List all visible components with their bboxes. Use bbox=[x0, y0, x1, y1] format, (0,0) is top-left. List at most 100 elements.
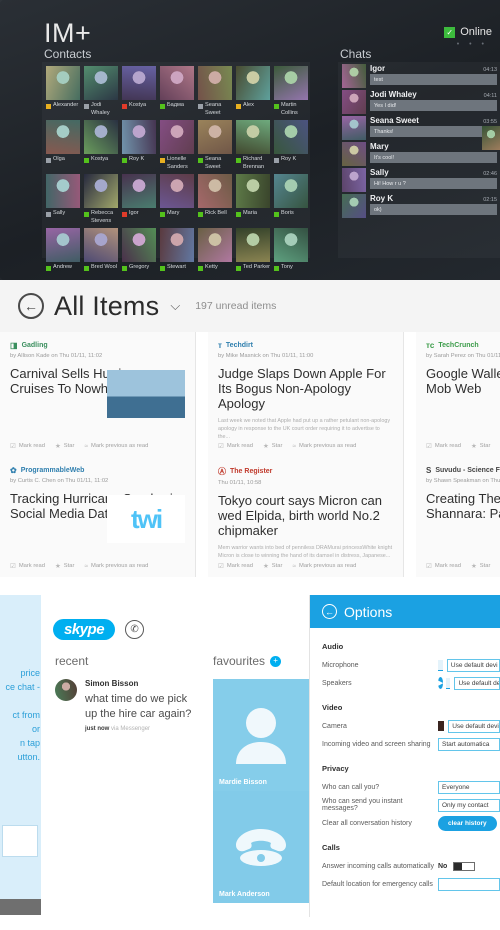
article-source[interactable]: ᴛᴄ TechCrunch bbox=[426, 341, 500, 350]
article-excerpt: Mem warrior wants into bed of penniless … bbox=[218, 544, 393, 559]
option-toggle[interactable]: No bbox=[438, 861, 476, 871]
star-button[interactable]: ★ Star bbox=[263, 442, 282, 450]
chat-message-preview: Thanks! bbox=[370, 126, 497, 137]
article-card[interactable]: Ⓐ The Register Thu 01/11, 10:58 Tokyo court… bbox=[208, 457, 404, 577]
star-button[interactable]: ★ Star bbox=[263, 562, 282, 570]
avatar bbox=[342, 194, 366, 218]
back-arrow-icon[interactable]: ← bbox=[322, 604, 337, 619]
contact-tile[interactable]: Roy K bbox=[272, 119, 310, 173]
chat-list-item[interactable]: Sally 02:46 Hi! How r u ? bbox=[338, 166, 500, 192]
mark-previous-button[interactable]: ≈ Mark previous as read bbox=[292, 563, 356, 570]
edge-bottom-bar bbox=[0, 899, 42, 915]
star-button[interactable]: ★ Star bbox=[55, 562, 74, 570]
contact-tile[interactable]: Alex bbox=[234, 65, 272, 119]
contact-tile[interactable]: Ketty bbox=[196, 227, 234, 280]
contact-tile[interactable]: Kostya bbox=[120, 65, 158, 119]
contact-tile[interactable]: Martin Collins bbox=[272, 65, 310, 119]
contact-tile[interactable]: Jodi Whaley bbox=[82, 65, 120, 119]
contact-tile[interactable]: Lionelle Sanders bbox=[158, 119, 196, 173]
article-card[interactable]: SSuvudu - Science Fictio by Shawn Speakma… bbox=[416, 457, 500, 577]
option-select[interactable]: Use default devi bbox=[446, 658, 500, 672]
contact-tile[interactable]: Ted Parker bbox=[234, 227, 272, 280]
article-source[interactable]: Ⓐ The Register bbox=[218, 466, 393, 477]
contact-tile[interactable]: Rick Bell bbox=[196, 173, 234, 227]
mark-read-button[interactable]: ☑ Mark read bbox=[10, 562, 45, 570]
chat-preview-peek[interactable] bbox=[482, 126, 500, 150]
contact-tile[interactable]: Roy K bbox=[120, 119, 158, 173]
contact-tile[interactable]: Sally bbox=[44, 173, 82, 227]
contact-tile[interactable]: Stewart bbox=[158, 227, 196, 280]
clear-history-button[interactable]: clear history bbox=[438, 815, 497, 831]
chat-top: Jodi Whaley 04:11 bbox=[370, 90, 497, 99]
mark-read-button[interactable]: ☑ Mark read bbox=[426, 562, 461, 570]
mark-previous-button[interactable]: ≈ Mark previous as read bbox=[84, 443, 148, 450]
presence-dot-icon bbox=[198, 212, 203, 217]
contact-tile[interactable]: Olga bbox=[44, 119, 82, 173]
option-label: Speakers bbox=[322, 679, 352, 687]
option-select[interactable]: Use default devi bbox=[454, 676, 500, 690]
favourite-tile[interactable]: Mardie Bisson bbox=[213, 679, 309, 791]
chat-list-item[interactable]: Roy K 02:15 ok) bbox=[338, 192, 500, 218]
article-source[interactable]: ◨ Gadling bbox=[10, 341, 185, 350]
contact-tile[interactable]: Gregory bbox=[120, 227, 158, 280]
contact-tile[interactable]: Richard Brennan bbox=[234, 119, 272, 173]
article-card[interactable]: ᴛᴄ TechCrunch by Sarah Perez on Thu 01/11,… bbox=[416, 332, 500, 457]
option-select[interactable]: Use default devi bbox=[448, 719, 500, 733]
mark-read-button[interactable]: ☑ Mark read bbox=[218, 562, 253, 570]
article-card[interactable]: ✿ ProgrammableWeb by Curtis C. Chen on Thu… bbox=[0, 457, 196, 577]
star-button[interactable]: ★ Star bbox=[55, 442, 74, 450]
contact-tile[interactable]: Seana Sweet bbox=[196, 119, 234, 173]
contact-tile[interactable]: Seana Sweet bbox=[196, 65, 234, 119]
page-title[interactable]: All Items bbox=[54, 291, 159, 322]
mark-read-button[interactable]: ☑ Mark read bbox=[10, 442, 45, 450]
contact-tile[interactable]: Andrew bbox=[44, 227, 82, 280]
chat-list-item[interactable]: Igor 04:13 test bbox=[338, 62, 500, 88]
recent-conversation-item[interactable]: Simon Bisson what time do we pick up the… bbox=[55, 679, 195, 732]
article-source[interactable]: ✿ ProgrammableWeb bbox=[10, 466, 185, 475]
star-label: Star bbox=[271, 443, 283, 449]
edge-input-field[interactable] bbox=[2, 825, 38, 857]
contact-tile[interactable]: Бадма bbox=[158, 65, 196, 119]
article-card[interactable]: ᴛ Techdirt by Mike Masnick on Thu 01/11, 1… bbox=[208, 332, 404, 457]
option-select[interactable]: Only my contact bbox=[438, 798, 500, 812]
contact-tile[interactable]: Mary bbox=[158, 173, 196, 227]
mark-read-button[interactable]: ☑ Mark read bbox=[426, 442, 461, 450]
chevron-down-icon[interactable]: ⌵ bbox=[170, 298, 180, 314]
add-favourite-icon[interactable]: + bbox=[270, 655, 282, 667]
chat-timestamp: 03:55 bbox=[483, 119, 497, 125]
option-input[interactable] bbox=[438, 877, 500, 891]
favourites-column: favourites + Mardie Bisson Mark Anderson bbox=[213, 654, 309, 903]
mark-read-button[interactable]: ☑ Mark read bbox=[218, 442, 253, 450]
presence-dot-icon bbox=[46, 158, 51, 163]
toggle-knob bbox=[454, 862, 463, 870]
mark-previous-button[interactable]: ≈ Mark previous as read bbox=[84, 563, 148, 570]
options-row: Camera Use default devi bbox=[322, 717, 500, 735]
status-badge[interactable]: ✓ Online bbox=[444, 26, 492, 38]
contact-tile[interactable]: Boris bbox=[272, 173, 310, 227]
toggle-switch[interactable] bbox=[453, 861, 476, 871]
option-select[interactable]: Start automatica bbox=[438, 737, 500, 751]
article-card[interactable]: ◨ Gadling by Allison Kade on Thu 01/11, 11… bbox=[0, 332, 196, 457]
contact-tile[interactable]: Kostya bbox=[82, 119, 120, 173]
article-source[interactable]: ᴛ Techdirt bbox=[218, 341, 393, 350]
contact-tile[interactable]: Maria bbox=[234, 173, 272, 227]
play-icon[interactable]: ▶ bbox=[438, 677, 444, 689]
contact-tile[interactable]: Igor bbox=[120, 173, 158, 227]
mark-previous-button[interactable]: ≈ Mark previous as read bbox=[292, 443, 356, 450]
article-source[interactable]: SSuvudu - Science Fictio bbox=[426, 466, 500, 475]
status-dots-icon: • • • bbox=[456, 41, 488, 48]
call-icon[interactable]: ✆ bbox=[125, 620, 145, 639]
contact-tile[interactable]: Tony bbox=[272, 227, 310, 280]
favourite-tile[interactable]: Mark Anderson bbox=[213, 791, 309, 903]
chat-list-item[interactable]: Mary03:18It's cool! bbox=[338, 140, 500, 166]
chat-list-item[interactable]: Seana Sweet 03:55 Thanks! bbox=[338, 114, 500, 140]
contact-tile[interactable]: Bred Wool bbox=[82, 227, 120, 280]
chat-list-item[interactable]: Jodi Whaley 04:11 Yes I did! bbox=[338, 88, 500, 114]
star-button[interactable]: ★ Star bbox=[471, 562, 490, 570]
star-button[interactable]: ★ Star bbox=[471, 442, 490, 450]
option-select[interactable]: Everyone bbox=[438, 780, 500, 794]
contact-tile[interactable]: Rebecca Stevens bbox=[82, 173, 120, 227]
star-icon: ★ bbox=[54, 563, 61, 570]
back-arrow-icon[interactable]: ← bbox=[18, 293, 44, 319]
contact-tile[interactable]: Alexander bbox=[44, 65, 82, 119]
